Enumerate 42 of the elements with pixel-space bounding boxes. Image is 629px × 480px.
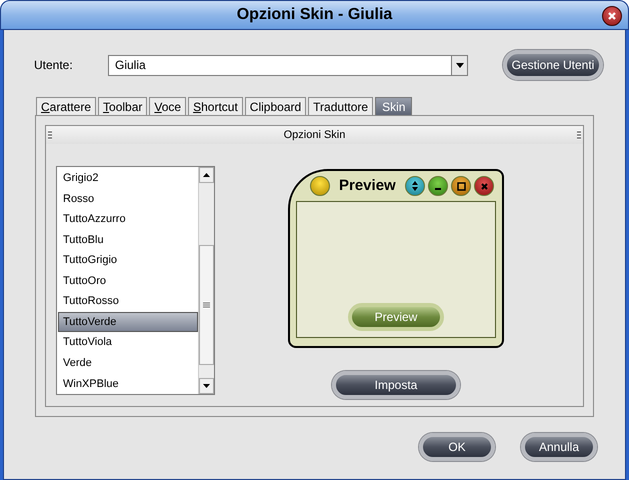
- tab[interactable]: Shortcut: [188, 97, 243, 115]
- list-item[interactable]: TuttoGrigio: [58, 250, 198, 271]
- tab[interactable]: Carattere: [36, 97, 96, 115]
- grip-icon: [48, 131, 52, 139]
- scroll-down-icon: [203, 384, 210, 388]
- list-item[interactable]: Grigio2: [58, 168, 198, 189]
- list-item[interactable]: TuttoOro: [58, 270, 198, 292]
- tab[interactable]: Toolbar: [98, 97, 148, 115]
- grip-icon: [576, 131, 581, 139]
- scroll-orb-icon[interactable]: [405, 176, 425, 196]
- user-label: Utente:: [34, 57, 74, 74]
- dialog-button[interactable]: OK: [419, 433, 495, 461]
- list-item[interactable]: TuttoVerde: [58, 312, 198, 332]
- list-item[interactable]: TuttoAzzurro: [58, 209, 198, 230]
- close-button[interactable]: [602, 6, 622, 26]
- user-dropdown[interactable]: Giulia: [108, 54, 468, 76]
- scroll-up-icon: [203, 173, 210, 177]
- preview-title: Preview: [339, 176, 396, 196]
- caret-icon: [456, 62, 464, 68]
- tab[interactable]: Clipboard: [244, 97, 306, 115]
- preview-button[interactable]: Preview: [348, 303, 444, 331]
- panel-title: Opzioni Skin: [284, 128, 346, 143]
- dialog-button[interactable]: Annulla: [521, 433, 597, 461]
- list-item[interactable]: TuttoBlu: [58, 230, 198, 250]
- list-item[interactable]: TuttoViola: [58, 332, 198, 353]
- manage-users-button[interactable]: Gestione Utenti: [503, 50, 603, 80]
- close-icon[interactable]: [474, 176, 494, 196]
- list-item[interactable]: WinXPBlue: [58, 374, 198, 394]
- grip-icon: [203, 302, 210, 308]
- scrollbar[interactable]: [198, 167, 214, 394]
- list-item[interactable]: Verde: [58, 352, 198, 374]
- close-icon: [607, 11, 617, 21]
- tab[interactable]: Skin: [375, 97, 412, 115]
- tab[interactable]: Voce: [149, 97, 186, 115]
- list-item[interactable]: TuttoRosso: [58, 291, 198, 312]
- list-item[interactable]: Rosso: [58, 188, 198, 210]
- menu-orb-icon[interactable]: [310, 176, 330, 196]
- apply-button[interactable]: Imposta: [332, 371, 460, 399]
- minimize-icon[interactable]: [428, 176, 448, 196]
- maximize-icon[interactable]: [451, 176, 471, 196]
- tab[interactable]: Traduttore: [308, 97, 374, 115]
- window-title: Opzioni Skin - Giulia: [236, 5, 392, 25]
